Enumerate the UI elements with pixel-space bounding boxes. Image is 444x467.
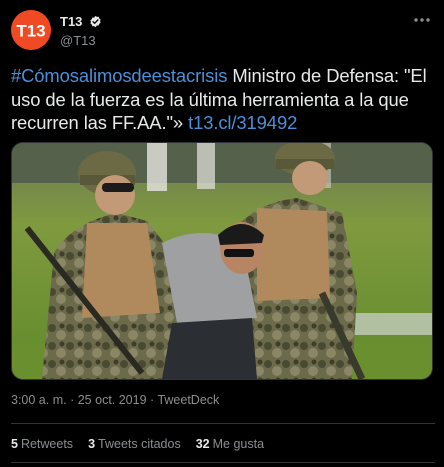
verified-badge-icon [89, 15, 102, 28]
tweet-card: T13 T13 @T13 #Cómosalimosdeestacrisis Mi… [0, 0, 444, 467]
display-name[interactable]: T13 [60, 14, 82, 29]
stat-count: 3 [88, 437, 96, 451]
stat-label: Retweets [20, 437, 74, 451]
tweet-text: #Cómosalimosdeestacrisis Ministro de Def… [11, 64, 435, 135]
tweet-source[interactable]: TweetDeck [157, 393, 219, 407]
stat-count: 5 [11, 437, 18, 451]
divider [11, 462, 435, 463]
tweet-header: T13 T13 @T13 [11, 10, 435, 50]
stat-count: 32 [195, 437, 210, 451]
meta-separator: · [150, 393, 155, 407]
tweet-time[interactable]: 3:00 a. m. [11, 393, 67, 407]
tweet-photo[interactable] [11, 142, 433, 380]
avatar[interactable]: T13 [11, 10, 51, 50]
user-handle[interactable]: @T13 [60, 33, 102, 48]
tweet-url-link[interactable]: t13.cl/319492 [188, 112, 297, 133]
meta-separator: · [70, 393, 75, 407]
divider [11, 423, 435, 424]
quote-tweets-stat[interactable]: 3 Tweets citados [88, 437, 181, 451]
more-options-icon[interactable] [411, 12, 433, 28]
retweets-stat[interactable]: 5 Retweets [11, 437, 73, 451]
avatar-text: T13 [16, 22, 45, 41]
stat-label: Tweets citados [98, 437, 181, 451]
likes-stat[interactable]: 32 Me gusta [196, 437, 264, 451]
tweet-stats: 5 Retweets 3 Tweets citados 32 Me gusta [11, 437, 279, 451]
tweet-meta: 3:00 a. m. · 25 oct. 2019 · TweetDeck [11, 393, 219, 407]
hashtag-link[interactable]: #Cómosalimosdeestacrisis [11, 65, 227, 86]
tweet-date[interactable]: 25 oct. 2019 [78, 393, 147, 407]
user-names: T13 @T13 [60, 13, 102, 48]
stat-label: Me gusta [212, 437, 265, 451]
